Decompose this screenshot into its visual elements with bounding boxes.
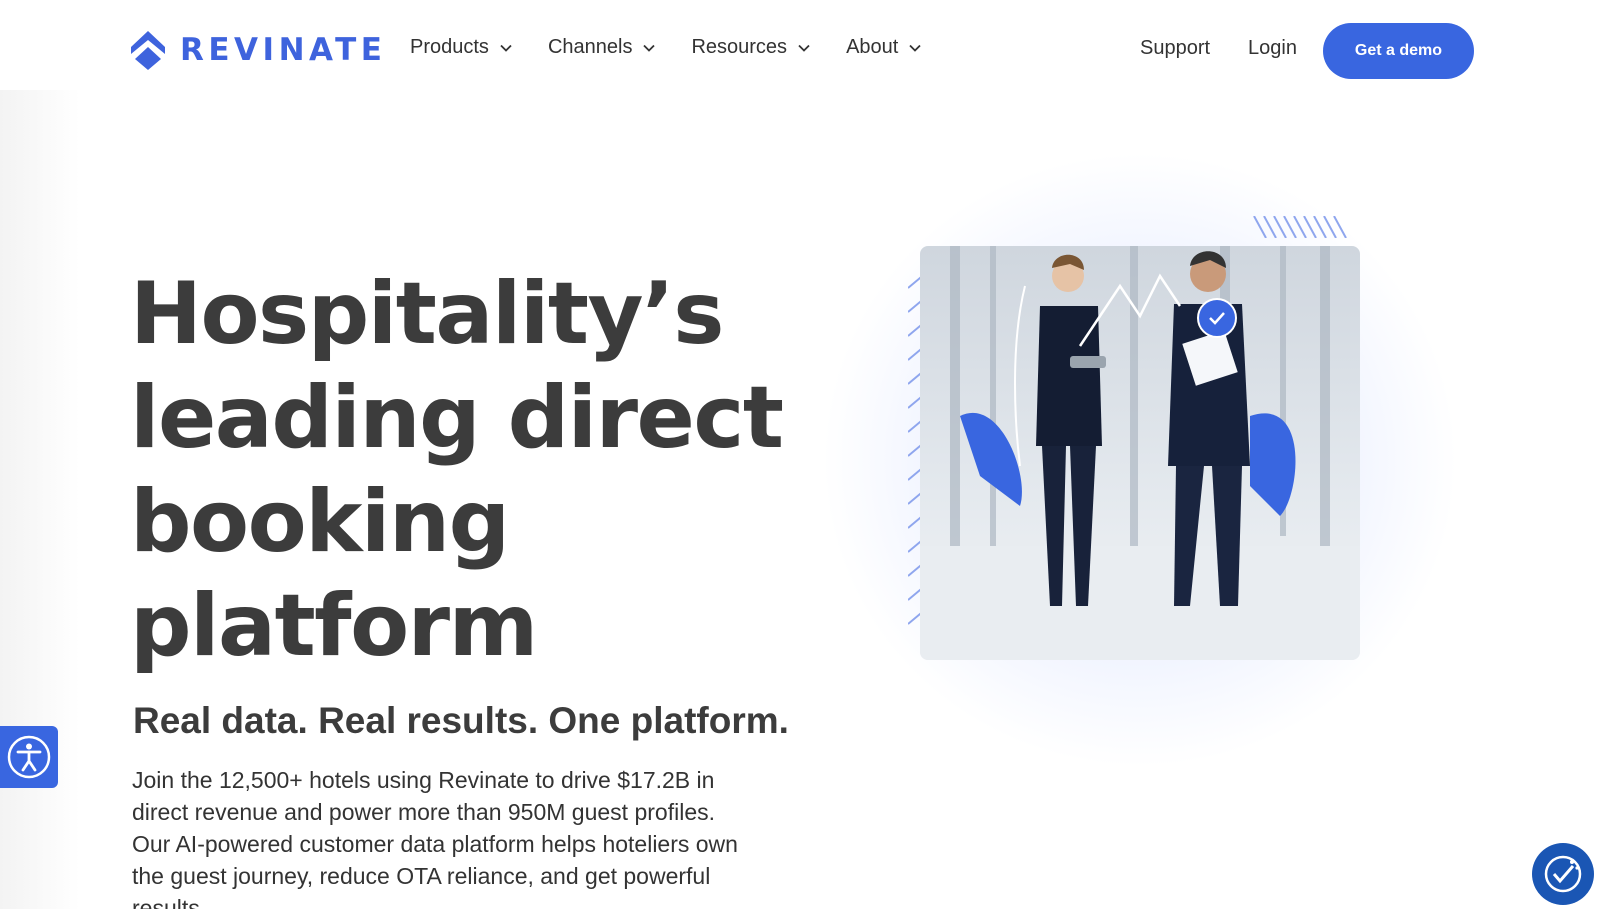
check-glyph (1209, 312, 1225, 325)
cookie-consent-icon (1544, 855, 1582, 893)
nav-item-resources[interactable]: Resources (691, 36, 810, 59)
hero-title: Hospitality’s leading direct booking pla… (130, 262, 790, 678)
logo-wordmark: REVINATE (180, 32, 387, 68)
hero-title-line: platform (130, 576, 538, 676)
main-nav: Products Channels Resources About (410, 36, 957, 59)
accessibility-button[interactable] (0, 726, 58, 788)
hero-title-line: leading direct (130, 368, 784, 468)
get-a-demo-button[interactable]: Get a demo (1323, 23, 1474, 79)
revinate-logo-icon (131, 31, 165, 70)
nav-label-about: About (846, 36, 899, 58)
hero-title-line: Hospitality’s (130, 264, 724, 364)
revinate-logo[interactable]: REVINATE (130, 30, 386, 70)
nav-item-channels[interactable]: Channels (548, 36, 656, 59)
cookie-consent-button[interactable] (1532, 843, 1594, 905)
hero-subtitle: Real data. Real results. One platform. (133, 700, 789, 741)
hero-description: Join the 12,500+ hotels using Revinate t… (132, 767, 738, 909)
chevron-down-icon (798, 44, 810, 52)
nav-item-about[interactable]: About (846, 36, 921, 59)
chevron-down-icon (500, 44, 512, 52)
hero-image (920, 246, 1360, 660)
decorative-stripes (1253, 216, 1347, 238)
chevron-down-icon (909, 44, 921, 52)
nav-label-channels: Channels (547, 36, 633, 58)
nav-label-products: Products (410, 36, 489, 58)
nav-item-products[interactable]: Products (410, 36, 512, 59)
site-header: REVINATE Products Channels Resources Abo… (0, 0, 1600, 100)
support-link[interactable]: Support (1140, 37, 1210, 60)
checkmark-icon (1197, 298, 1237, 338)
nav-label-resources: Resources (691, 36, 788, 58)
accessibility-icon (7, 735, 51, 779)
hero-title-line: booking (130, 472, 510, 572)
login-link[interactable]: Login (1248, 37, 1297, 60)
chevron-down-icon (643, 44, 656, 52)
